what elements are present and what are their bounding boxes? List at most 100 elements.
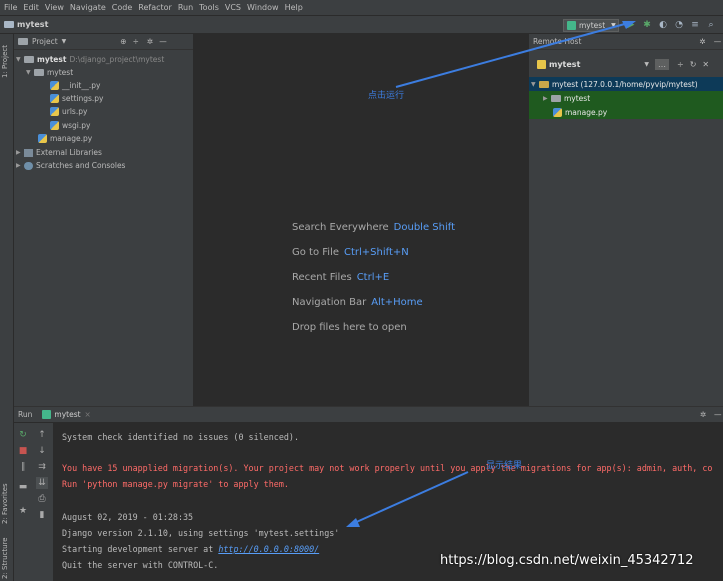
menu-navigate[interactable]: Navigate xyxy=(70,3,106,12)
run-tab-label: mytest xyxy=(54,410,81,419)
collapse-icon[interactable]: ÷ xyxy=(133,37,139,46)
close-icon[interactable]: ✕ xyxy=(702,60,709,69)
tree-label: settings.py xyxy=(62,94,104,103)
server-icon xyxy=(537,59,546,69)
tree-root[interactable]: ▼ mytest D:\django_project\mytest xyxy=(16,53,164,66)
hint-label: Navigation Bar xyxy=(292,297,367,308)
close-icon[interactable]: × xyxy=(85,410,91,419)
menu-code[interactable]: Code xyxy=(112,3,132,12)
folder-icon xyxy=(18,38,28,45)
project-panel-title[interactable]: Project xyxy=(32,37,58,46)
console-line: August 02, 2019 - 01:28:35 xyxy=(62,512,194,522)
hint-go-to-file: Go to File Ctrl+Shift+N xyxy=(292,247,409,258)
menu-vcs[interactable]: VCS xyxy=(225,3,241,12)
editor-area[interactable]: Search Everywhere Double Shift Go to File… xyxy=(194,34,528,406)
console-line: Quit the server with CONTROL-C. xyxy=(62,560,219,570)
python-file-icon xyxy=(553,107,562,117)
breadcrumb[interactable]: mytest xyxy=(17,20,48,29)
tree-item-urls[interactable]: urls.py xyxy=(50,105,87,118)
profile-icon[interactable]: ◔ xyxy=(674,20,684,30)
hide-icon[interactable]: — xyxy=(159,37,167,46)
debug-icon[interactable]: ✱ xyxy=(642,20,652,30)
menu-window[interactable]: Window xyxy=(247,3,279,12)
menu-tools[interactable]: Tools xyxy=(199,3,219,12)
server-url-link[interactable]: http://0.0.0.0:8000/ xyxy=(218,544,319,554)
search-icon[interactable]: ⌕ xyxy=(706,20,716,30)
project-panel: Project ▼ ⊕ ÷ ✲ — ▼ mytest D:\django_pro… xyxy=(14,34,194,406)
coverage-icon[interactable]: ◐ xyxy=(658,20,668,30)
tree-item-scratches[interactable]: ▶ Scratches and Consoles xyxy=(16,159,125,172)
menu-refactor[interactable]: Refactor xyxy=(138,3,172,12)
menu-run[interactable]: Run xyxy=(178,3,193,12)
expand-arrow-icon: ▼ xyxy=(26,69,31,76)
stop-icon[interactable]: ■ xyxy=(17,445,29,457)
annotation-result: 显示结果 xyxy=(486,461,523,471)
remote-tree-item-folder[interactable]: ▶ mytest xyxy=(529,91,723,105)
chevron-down-icon: ▼ xyxy=(611,22,616,29)
python-file-icon xyxy=(38,134,47,143)
hint-key: Alt+Home xyxy=(371,297,423,308)
layout-icon[interactable]: ▬ xyxy=(17,481,29,493)
tree-label: mytest xyxy=(47,68,74,77)
scroll-to-end-icon[interactable]: ⇊ xyxy=(36,477,48,489)
trash-icon[interactable]: ▮ xyxy=(36,509,48,521)
left-tool-strip: 1: Project 2: Favorites 2: Structure xyxy=(0,34,14,581)
gear-icon[interactable]: ✲ xyxy=(699,37,705,46)
python-file-icon xyxy=(50,121,59,130)
run-config-dropdown[interactable]: mytest ▼ xyxy=(563,19,619,32)
favorites-tool-tab[interactable]: 2: Favorites xyxy=(1,483,9,524)
scroll-down-icon[interactable]: ↓ xyxy=(36,445,48,457)
remote-host-panel: Remote Host ✲ — mytest ▼ … ÷ ↻ ✕ ▼ mytes… xyxy=(528,34,723,406)
tree-item-wsgi[interactable]: wsgi.py xyxy=(50,119,90,132)
structure-tool-tab[interactable]: 2: Structure xyxy=(1,537,9,579)
expand-arrow-icon: ▶ xyxy=(16,162,21,169)
print-icon[interactable]: ⎙ xyxy=(36,493,48,505)
pause-icon[interactable]: ∥ xyxy=(17,461,29,473)
tree-label: manage.py xyxy=(50,134,93,143)
sync-icon[interactable]: ⊕ xyxy=(120,37,126,46)
collapse-icon[interactable]: ÷ xyxy=(677,60,684,69)
remote-tree-item-file[interactable]: manage.py xyxy=(529,105,723,119)
run-panel-header: Run mytest × ✲ — xyxy=(14,407,723,423)
hide-icon[interactable]: — xyxy=(714,37,722,46)
scroll-up-icon[interactable]: ↑ xyxy=(36,429,48,441)
soft-wrap-icon[interactable]: ⇉ xyxy=(36,461,48,473)
run-tab[interactable]: mytest × xyxy=(42,410,91,419)
remote-host-header: Remote Host ✲ — xyxy=(529,34,723,50)
tree-item-manage[interactable]: manage.py xyxy=(38,132,92,145)
tree-item-package[interactable]: ▼ mytest xyxy=(26,66,73,79)
gear-icon[interactable]: ✲ xyxy=(700,410,706,419)
hide-icon[interactable]: — xyxy=(714,410,722,419)
menu-edit[interactable]: Edit xyxy=(23,3,39,12)
expand-arrow-icon: ▼ xyxy=(16,56,21,63)
run-icon[interactable]: ▶ xyxy=(626,20,636,30)
menu-view[interactable]: View xyxy=(45,3,64,12)
hint-label: Go to File xyxy=(292,247,339,258)
more-button[interactable]: … xyxy=(655,58,670,70)
tree-label: urls.py xyxy=(62,107,88,116)
rerun-icon[interactable]: ↻ xyxy=(17,429,29,441)
remote-item-label: mytest xyxy=(564,93,591,103)
run-toolbar: ↻ ↑ ■ ↓ ∥ ⇉ ▬ ⇊ ⎙ ★ ▮ xyxy=(14,423,54,581)
stop-icon[interactable]: ≡ xyxy=(690,20,700,30)
gear-icon[interactable]: ✲ xyxy=(147,37,153,46)
hint-label: Search Everywhere xyxy=(292,222,389,233)
tree-item-init[interactable]: __init__.py xyxy=(50,79,100,92)
tree-item-external-libraries[interactable]: ▶ External Libraries xyxy=(16,146,102,159)
pin-icon[interactable]: ★ xyxy=(17,505,29,517)
django-icon xyxy=(567,21,576,30)
hint-key: Ctrl+E xyxy=(356,272,390,283)
server-dropdown-icon[interactable]: ▼ xyxy=(644,61,649,68)
menu-help[interactable]: Help xyxy=(285,3,303,12)
project-tool-tab[interactable]: 1: Project xyxy=(1,45,9,78)
menu-file[interactable]: File xyxy=(4,3,17,12)
refresh-icon[interactable]: ↻ xyxy=(690,60,697,69)
run-config-label: mytest xyxy=(579,21,606,30)
chevron-down-icon[interactable]: ▼ xyxy=(62,38,67,45)
folder-icon xyxy=(4,21,14,28)
remote-tree-root[interactable]: ▼ mytest (127.0.0.1/home/pyvip/mytest) xyxy=(529,77,723,91)
annotation-run: 点击运行 xyxy=(368,91,405,101)
folder-icon xyxy=(539,80,549,88)
tree-item-settings[interactable]: settings.py xyxy=(50,92,104,105)
console-line: Django version 2.1.10, using settings 'm… xyxy=(62,528,340,538)
